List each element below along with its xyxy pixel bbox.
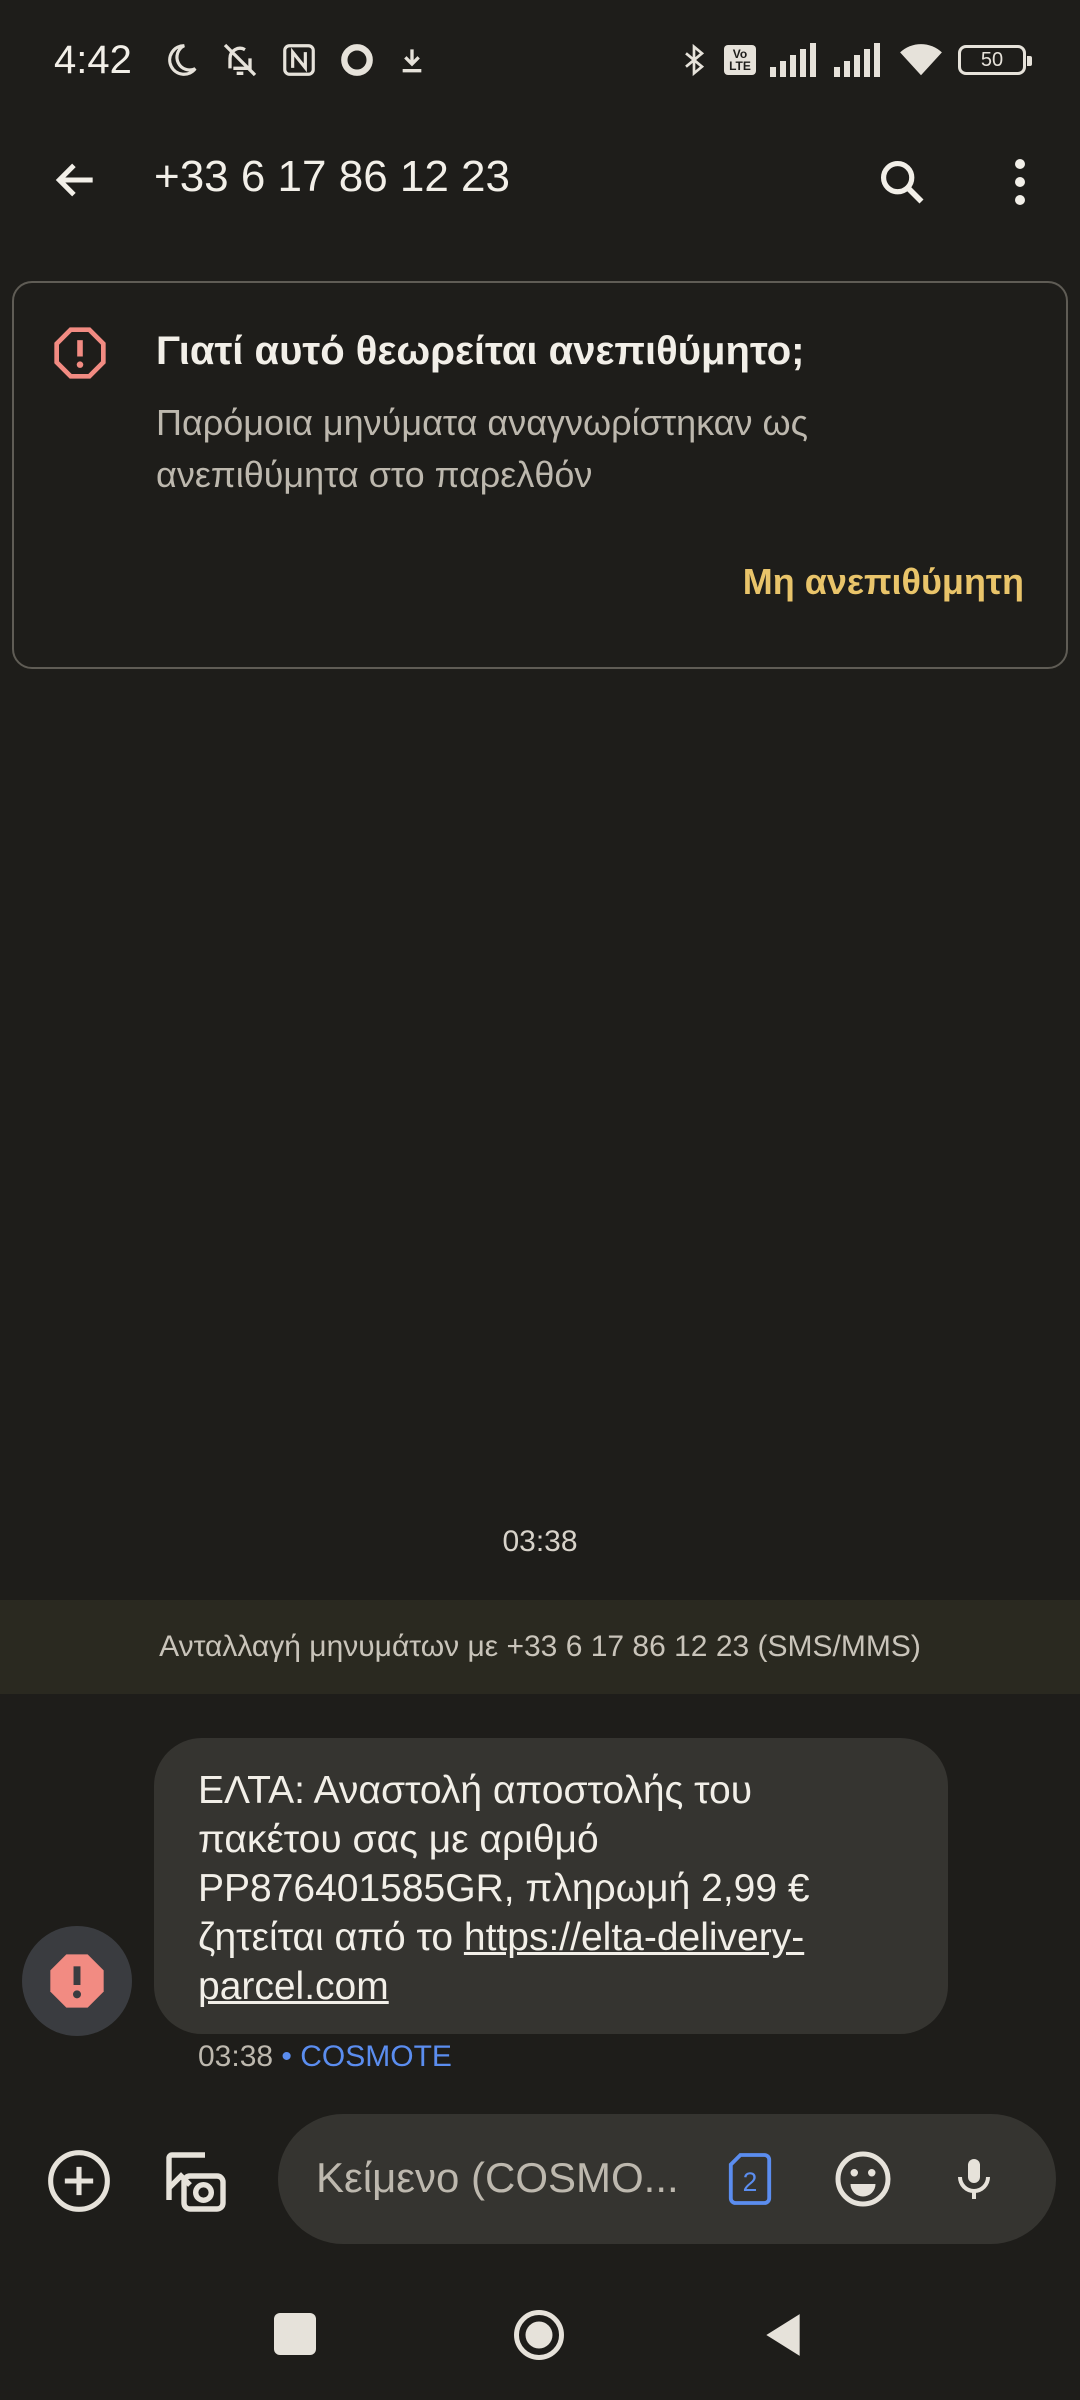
battery-icon: 50 [958,45,1032,75]
sim-number: 2 [743,2167,758,2197]
volte-bottom-label: LTE [729,59,751,73]
bluetooth-icon [678,40,710,80]
warning-octagon-icon [52,325,108,381]
more-options-button[interactable] [988,150,1052,214]
sim-card-icon: 2 [728,2153,772,2205]
bell-off-icon [220,40,260,80]
system-navigation-bar [0,2290,1080,2400]
back-button[interactable] [46,150,106,210]
signal-strength-2-icon [834,43,884,77]
home-circle-icon [514,2310,564,2360]
nav-back-button[interactable] [760,2310,806,2360]
spam-warning-avatar-icon [50,1954,104,2008]
download-icon [396,44,428,76]
time-divider: 03:38 [502,1525,578,1558]
compose-box: 2 [278,2114,1056,2244]
search-button[interactable] [870,150,934,214]
message-carrier: COSMOTE [300,2040,452,2073]
message-separator: • [273,2040,301,2073]
sender-avatar[interactable] [22,1926,132,2036]
more-vert-icon [1015,159,1025,205]
gallery-camera-icon [166,2152,226,2212]
back-arrow-icon [55,163,93,197]
message-bubble[interactable]: ΕΛΤΑ: Αναστολή αποστολής του πακέτου σας… [154,1738,948,2034]
status-bar: 4:42 Vo LTE 50 [0,0,1080,120]
do-not-disturb-moon-icon [162,41,200,79]
app-bar: +33 6 17 86 12 23 [0,120,1080,242]
status-time: 4:42 [54,37,132,82]
microphone-icon [958,2159,990,2199]
nfc-icon [280,41,318,79]
home-button[interactable] [512,2308,566,2362]
search-icon [880,160,924,204]
spam-card-title: Γιατί αυτό θεωρείται ανεπιθύμητο; [156,329,805,373]
battery-level: 50 [980,48,1004,71]
thread-info-banner: Ανταλλαγή μηνυμάτων με +33 6 17 86 12 23… [0,1600,1080,1694]
message-input[interactable] [316,2148,716,2208]
record-circle-icon [338,41,376,79]
recents-button[interactable] [274,2313,316,2355]
emoji-icon [835,2151,891,2207]
signal-strength-icon [770,43,820,77]
voice-input-button[interactable] [946,2148,1002,2210]
volte-icon: Vo LTE [724,45,756,75]
message-time: 03:38 [198,2040,274,2073]
not-spam-button[interactable]: Μη ανεπιθύμητη [743,561,1024,603]
add-attachment-button[interactable] [42,2144,116,2218]
spam-card-body: Παρόμοια μηνύματα αναγνωρίστηκαν ως ανεπ… [156,402,808,495]
conversation-title: +33 6 17 86 12 23 [154,152,510,201]
wifi-icon [898,41,944,79]
spam-explanation-card: Γιατί αυτό θεωρείται ανεπιθύμητο; Παρόμο… [12,281,1068,669]
gallery-button[interactable] [156,2144,236,2220]
add-circle-icon [48,2150,110,2212]
emoji-button[interactable] [832,2148,894,2210]
message-meta: 03:38 • COSMOTE [198,2040,452,2074]
triangle-back-icon [766,2314,800,2356]
sim-selector-button[interactable]: 2 [722,2148,778,2210]
